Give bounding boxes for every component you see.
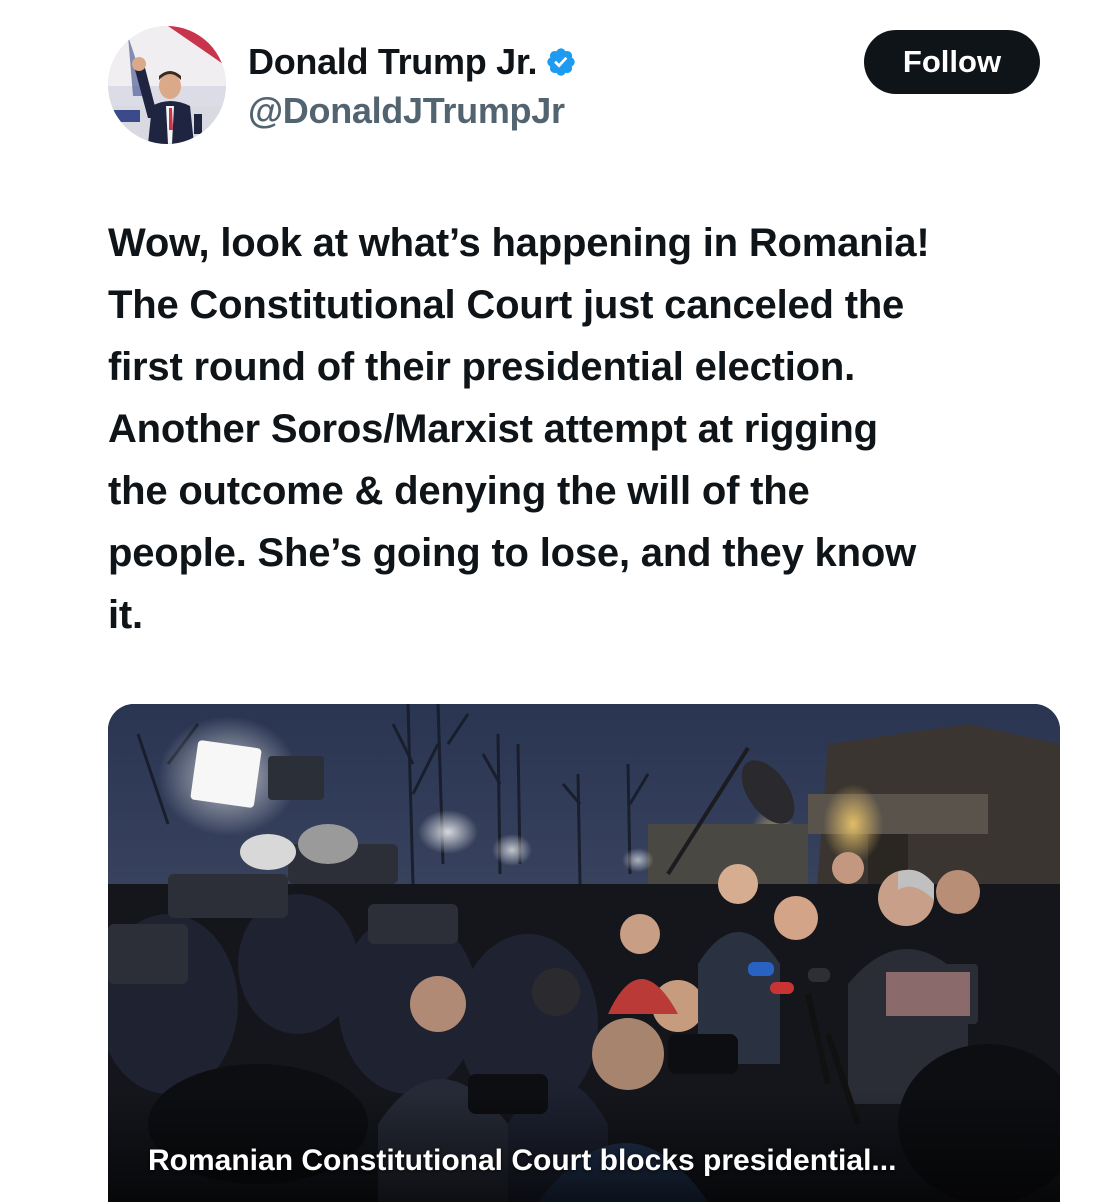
tweet-text: Wow, look at what’s happening in Romania… — [108, 221, 930, 637]
link-card-title[interactable]: Romanian Constitutional Court blocks pre… — [148, 1144, 896, 1178]
avatar[interactable] — [108, 26, 226, 144]
author-handle[interactable]: @DonaldJTrumpJr — [248, 90, 577, 132]
verified-badge-icon[interactable] — [545, 46, 577, 78]
link-preview-card[interactable]: Romanian Constitutional Court blocks pre… — [108, 704, 1060, 1202]
avatar-image — [108, 26, 226, 144]
tweet-header: Donald Trump Jr. @DonaldJTrumpJr Follow — [108, 26, 1040, 146]
follow-button[interactable]: Follow — [864, 30, 1040, 94]
tweet-page: Donald Trump Jr. @DonaldJTrumpJr Follow … — [0, 0, 1100, 1202]
author-info: Donald Trump Jr. @DonaldJTrumpJr — [248, 40, 577, 132]
display-name-row: Donald Trump Jr. — [248, 40, 577, 84]
display-name[interactable]: Donald Trump Jr. — [248, 41, 538, 83]
